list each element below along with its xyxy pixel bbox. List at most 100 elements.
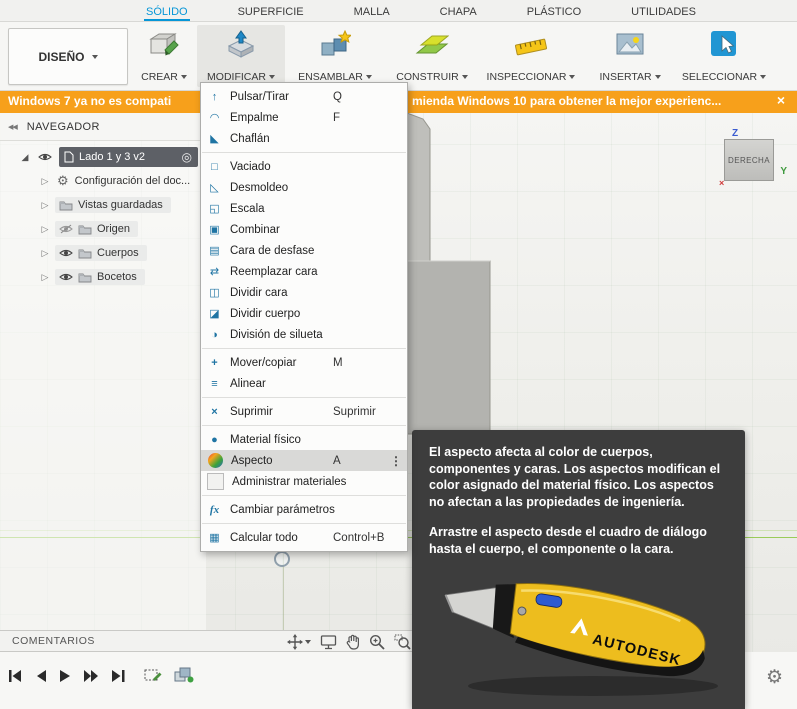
gear-icon[interactable]: ⚙ xyxy=(766,666,783,689)
menu-item-chaflan[interactable]: ◣ Chaflán xyxy=(201,128,407,149)
tree-row-bodies[interactable]: ▷ Cuerpos xyxy=(0,242,206,264)
tab-plastico[interactable]: PLÁSTICO xyxy=(525,2,583,21)
menu-separator xyxy=(202,495,406,496)
toolbar-group-construir[interactable]: CONSTRUIR xyxy=(388,25,476,87)
chevron-down-icon xyxy=(654,75,661,79)
tree-row-sketches[interactable]: ▷ Bocetos xyxy=(0,266,206,288)
skip-to-end-icon[interactable] xyxy=(111,669,126,683)
menu-item-combinar[interactable]: ▣ Combinar xyxy=(201,219,407,240)
sketch-feature-icon[interactable] xyxy=(144,667,162,688)
collapse-panel-icon[interactable]: ◀◀ xyxy=(8,123,18,131)
pan-icon[interactable] xyxy=(287,633,311,650)
menu-item-vaciado[interactable]: □ Vaciado xyxy=(201,156,407,177)
viewcube[interactable]: DERECHA Z Y × xyxy=(719,128,787,188)
chevron-down-icon xyxy=(461,75,468,79)
tree-row-label: Cuerpos xyxy=(97,247,139,259)
tree-row-label: Origen xyxy=(97,223,131,235)
toolbar-group-seleccionar[interactable]: SELECCIONAR xyxy=(680,25,768,87)
expand-closed-icon[interactable]: ▷ xyxy=(40,224,50,235)
extrude-feature-icon[interactable] xyxy=(174,667,194,688)
expand-closed-icon[interactable]: ▷ xyxy=(40,272,50,283)
expand-closed-icon[interactable]: ▷ xyxy=(40,248,50,259)
menu-item-mover-copiar[interactable]: + Mover/copiar M xyxy=(201,352,407,373)
tree-chip[interactable]: Bocetos xyxy=(55,269,145,285)
tab-superficie[interactable]: SUPERFICIE xyxy=(236,2,306,21)
menu-separator xyxy=(202,348,406,349)
assemble-icon xyxy=(319,28,351,60)
menu-item-cara-de-desfase[interactable]: ▤ Cara de desfase xyxy=(201,240,407,261)
combine-icon: ▣ xyxy=(209,224,220,236)
menu-item-reemplazar-cara[interactable]: ⇄ Reemplazar cara xyxy=(201,261,407,282)
toolbar-group-ensamblar[interactable]: ENSAMBLAR xyxy=(291,25,379,87)
zoom-window-icon[interactable] xyxy=(394,634,411,650)
appearance-icon xyxy=(208,453,223,468)
menu-item-cambiar-parametros[interactable]: fx Cambiar parámetros xyxy=(201,499,407,520)
main-toolbar: DISEÑO CREAR MODIFICAR ENSAMBLAR CONSTRU… xyxy=(0,22,797,91)
menu-item-material-fisico[interactable]: ● Material físico xyxy=(201,429,407,450)
menu-item-administrar-materiales[interactable]: Administrar materiales xyxy=(201,471,407,492)
menu-item-suprimir[interactable]: × Suprimir Suprimir xyxy=(201,401,407,422)
expand-closed-icon[interactable]: ▷ xyxy=(40,176,50,187)
menu-separator xyxy=(202,152,406,153)
toolbar-group-modificar[interactable]: MODIFICAR xyxy=(197,25,285,87)
design-mode-dropdown[interactable]: DISEÑO xyxy=(8,28,128,85)
step-forward-icon[interactable] xyxy=(83,669,99,683)
chevron-down-icon xyxy=(569,75,576,79)
play-icon[interactable] xyxy=(59,669,71,683)
toolbar-group-crear[interactable]: CREAR xyxy=(120,25,208,87)
tab-malla[interactable]: MALLA xyxy=(352,2,392,21)
root-component-selected[interactable]: Lado 1 y 3 v2 ◎ xyxy=(59,147,198,167)
tree-row-saved-views[interactable]: ▷ Vistas guardadas xyxy=(0,194,206,216)
chevron-down-icon xyxy=(180,75,187,79)
draft-icon: ◺ xyxy=(210,182,219,194)
tab-utilidades[interactable]: UTILIDADES xyxy=(629,2,698,21)
menu-item-desmoldeo[interactable]: ◺ Desmoldeo xyxy=(201,177,407,198)
zoom-in-icon[interactable] xyxy=(369,634,385,650)
compute-all-icon: ▦ xyxy=(209,532,220,544)
step-back-icon[interactable] xyxy=(35,669,47,683)
menu-item-calcular-todo[interactable]: ▦ Calcular todo Control+B xyxy=(201,527,407,548)
sketch-origin-handle[interactable] xyxy=(274,551,290,567)
tree-chip[interactable]: Vistas guardadas xyxy=(55,197,171,213)
chamfer-icon: ◣ xyxy=(210,133,219,145)
document-icon xyxy=(64,151,74,163)
tree-row-document-settings[interactable]: ▷ ⚙ Configuración del doc... xyxy=(0,170,206,192)
grab-hand-icon[interactable] xyxy=(346,634,360,650)
select-label: SELECCIONAR xyxy=(681,71,758,83)
menu-item-pulsar-tirar[interactable]: ↑ Pulsar/Tirar Q xyxy=(201,86,407,107)
tree-chip[interactable]: Cuerpos xyxy=(55,245,147,261)
viewcube-face-right[interactable]: DERECHA xyxy=(724,139,774,181)
menu-item-escala[interactable]: ◱ Escala xyxy=(201,198,407,219)
tab-solido[interactable]: SÓLIDO xyxy=(144,2,190,21)
timeline-feature-icons xyxy=(144,667,194,688)
menu-item-empalme[interactable]: ◠ Empalme F xyxy=(201,107,407,128)
tree-chip[interactable]: Origen xyxy=(55,221,139,237)
close-icon[interactable]: × xyxy=(777,92,785,108)
expand-closed-icon[interactable]: ▷ xyxy=(40,200,50,211)
menu-item-division-de-silueta[interactable]: ◑ División de silueta xyxy=(201,324,407,345)
visibility-eye-icon[interactable] xyxy=(59,248,73,258)
toolbar-group-inspeccionar[interactable]: INSPECCIONAR xyxy=(486,25,576,87)
menu-item-aspecto[interactable]: Aspecto A ⋮ xyxy=(201,450,407,471)
physical-material-icon: ● xyxy=(211,433,218,446)
display-settings-icon[interactable] xyxy=(320,634,337,650)
menu-item-dividir-cara[interactable]: ◫ Dividir cara xyxy=(201,282,407,303)
more-options-icon[interactable]: ⋮ xyxy=(390,454,402,468)
expand-open-icon[interactable]: ◢ xyxy=(20,152,30,163)
visibility-eye-icon[interactable] xyxy=(59,272,73,282)
3d-model-body[interactable] xyxy=(395,113,505,448)
visibility-eye-icon[interactable] xyxy=(38,152,52,162)
navigator-panel: ◀◀ NAVEGADOR ◢ Lado 1 y 3 v2 ◎ ▷ ⚙ Confi… xyxy=(0,113,206,633)
tab-chapa[interactable]: CHAPA xyxy=(438,2,479,21)
toolbar-group-insertar[interactable]: INSERTAR xyxy=(586,25,674,87)
menu-item-dividir-cuerpo[interactable]: ◪ Dividir cuerpo xyxy=(201,303,407,324)
skip-to-start-icon[interactable] xyxy=(8,669,23,683)
tree-row-origin[interactable]: ▷ Origen xyxy=(0,218,206,240)
menu-item-alinear[interactable]: ≡ Alinear xyxy=(201,373,407,394)
ribbon-tab-bar: SÓLIDO SUPERFICIE MALLA CHAPA PLÁSTICO U… xyxy=(0,0,797,22)
visibility-off-eye-icon[interactable] xyxy=(59,224,73,234)
inspect-label: INSPECCIONAR xyxy=(486,71,567,83)
split-body-icon: ◪ xyxy=(209,308,220,320)
activate-component-icon[interactable]: ◎ xyxy=(182,150,192,164)
tree-row-root[interactable]: ◢ Lado 1 y 3 v2 ◎ xyxy=(0,146,206,168)
